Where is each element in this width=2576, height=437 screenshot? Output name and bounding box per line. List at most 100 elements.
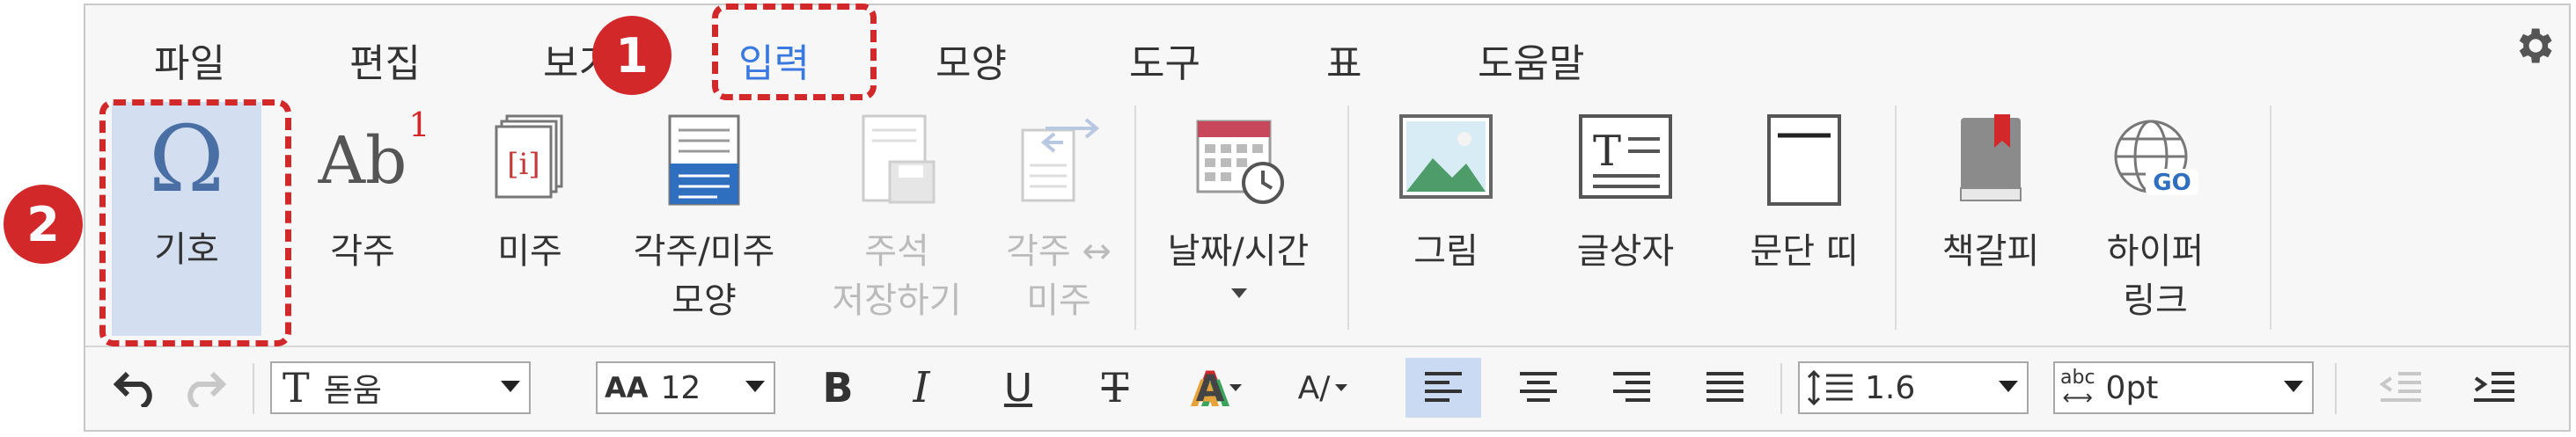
increase-indent-button[interactable] — [2456, 358, 2532, 418]
align-left-button[interactable] — [1405, 358, 1481, 418]
textbox-icon: T — [1579, 114, 1672, 199]
paragraph-band-icon — [1767, 114, 1841, 206]
align-center-button[interactable] — [1501, 358, 1576, 418]
italic-icon: I — [913, 363, 930, 412]
paragraph-band-button[interactable]: 문단 띠 — [1721, 104, 1888, 324]
chevron-down-icon — [2284, 381, 2303, 392]
callout-badge-2: 2 — [4, 185, 83, 264]
toolbar-separator — [2335, 363, 2337, 414]
font-name-icon: T — [283, 364, 310, 412]
strikethrough-icon: T — [1101, 364, 1129, 412]
underline-icon: U — [1003, 365, 1033, 411]
save-note-icon — [862, 114, 936, 204]
note-shape-label: 각주/미주 모양 — [633, 231, 775, 321]
chevron-down-icon — [1335, 384, 1348, 391]
footnote-icon: Ab 1 — [318, 106, 430, 199]
paragraph-spacing-select[interactable]: abc ⟷ 0pt — [2053, 361, 2314, 414]
toolbar-separator — [253, 363, 254, 414]
underline-button[interactable]: U — [974, 358, 1062, 418]
callout-highlight-symbol-button — [99, 99, 291, 346]
font-size-value: 12 — [660, 369, 701, 406]
endnote-icon: [i] — [495, 114, 563, 199]
toolbar-separator — [1780, 363, 1782, 414]
increase-indent-icon — [2474, 372, 2514, 402]
justify-icon — [1706, 372, 1743, 402]
redo-icon — [187, 371, 227, 407]
align-center-icon — [1520, 372, 1557, 402]
callout-highlight-insert-tab — [712, 4, 877, 100]
picture-button[interactable]: 그림 — [1367, 104, 1525, 324]
bookmark-button[interactable]: 책갈피 — [1916, 104, 2066, 324]
font-name-select[interactable]: T 돋움 — [270, 361, 531, 414]
chevron-down-icon — [1229, 384, 1243, 391]
font-color-button[interactable]: A — [1175, 358, 1263, 418]
ribbon-separator — [1895, 106, 1897, 330]
chevron-down-icon — [1231, 288, 1247, 298]
ribbon-separator — [1347, 106, 1349, 330]
globe-link-icon: GO — [2114, 120, 2198, 196]
align-left-icon — [1425, 372, 1462, 402]
font-name-value: 돋움 — [323, 373, 382, 409]
align-right-button[interactable] — [1594, 358, 1670, 418]
picture-icon — [1399, 114, 1493, 199]
justify-button[interactable] — [1687, 358, 1763, 418]
picture-label: 그림 — [1413, 231, 1479, 272]
editor-window: 파일 편집 보기 입력 모양 도구 표 도움말 Ω 기호 Ab 1 각주 [i]… — [84, 4, 2571, 432]
paragraph-band-label: 문단 띠 — [1750, 231, 1859, 272]
note-shape-button[interactable]: 각주/미주 모양 — [612, 104, 796, 341]
save-note-button[interactable]: 주석 저장하기 — [818, 104, 976, 341]
tab-file[interactable]: 파일 — [154, 32, 225, 88]
endnote-label: 미주 — [497, 231, 562, 272]
tab-tools[interactable]: 도구 — [1129, 32, 1200, 88]
ribbon-separator — [1134, 106, 1136, 330]
tab-help[interactable]: 도움말 — [1478, 32, 1584, 88]
gear-icon[interactable] — [2511, 23, 2557, 69]
textbox-label: 글상자 — [1576, 231, 1675, 272]
line-spacing-icon — [1807, 369, 1853, 406]
strikethrough-button[interactable]: T — [1071, 358, 1159, 418]
highlight-icon: A/ — [1297, 369, 1331, 406]
highlight-button[interactable]: A/ — [1279, 358, 1367, 418]
textbox-button[interactable]: T 글상자 — [1546, 104, 1705, 324]
line-spacing-value: 1.6 — [1865, 369, 1916, 406]
decrease-indent-button[interactable] — [2363, 358, 2439, 418]
decrease-indent-icon — [2379, 372, 2421, 402]
align-right-icon — [1613, 372, 1650, 402]
formatting-toolbar: T 돋움 AA 12 B I U T A A/ 1.6 abc ⟷ 0pt — [85, 347, 2569, 430]
line-spacing-select[interactable]: 1.6 — [1798, 361, 2029, 414]
ribbon: Ω 기호 Ab 1 각주 [i] 미주 각주/미주 모양 주석 저장하기 각주 … — [85, 97, 2569, 347]
paragraph-spacing-icon: abc ⟷ — [2060, 367, 2095, 410]
convert-note-icon — [1021, 118, 1100, 202]
save-note-label: 주석 저장하기 — [832, 231, 962, 321]
tab-table[interactable]: 표 — [1326, 32, 1361, 88]
font-size-icon: AA — [605, 371, 649, 404]
date-time-label: 날짜/시간 — [1167, 231, 1310, 272]
tab-edit[interactable]: 편집 — [349, 32, 421, 88]
bold-icon: B — [822, 364, 854, 412]
calendar-clock-icon — [1196, 120, 1284, 204]
chevron-down-icon — [501, 381, 520, 392]
italic-button[interactable]: I — [877, 358, 965, 418]
undo-button[interactable] — [105, 358, 166, 418]
undo-icon — [113, 371, 152, 407]
convert-note-button[interactable]: 각주 ↔ 미주 — [980, 104, 1138, 341]
menu-bar: 파일 편집 보기 입력 모양 도구 표 도움말 — [85, 5, 2569, 97]
tab-format[interactable]: 모양 — [936, 32, 1007, 88]
font-size-select[interactable]: AA 12 — [596, 361, 775, 414]
endnote-button[interactable]: [i] 미주 — [473, 104, 587, 324]
footnote-button[interactable]: Ab 1 각주 — [297, 104, 430, 324]
note-shape-icon — [668, 114, 740, 206]
hyperlink-button[interactable]: GO 하이퍼 링크 — [2076, 104, 2235, 341]
bold-button[interactable]: B — [807, 358, 869, 418]
date-time-button[interactable]: 날짜/시간 — [1150, 104, 1326, 332]
svg-text:[i]: [i] — [507, 147, 539, 182]
bookmark-icon — [1960, 114, 2022, 201]
footnote-label: 각주 — [330, 231, 395, 272]
callout-badge-1: 1 — [592, 16, 672, 95]
font-color-icon: A — [1195, 366, 1225, 410]
chevron-down-icon — [745, 381, 765, 392]
svg-text:T: T — [1593, 127, 1621, 176]
redo-button[interactable] — [173, 358, 235, 418]
ribbon-separator — [2270, 106, 2271, 330]
hyperlink-label: 하이퍼 링크 — [2106, 231, 2205, 321]
